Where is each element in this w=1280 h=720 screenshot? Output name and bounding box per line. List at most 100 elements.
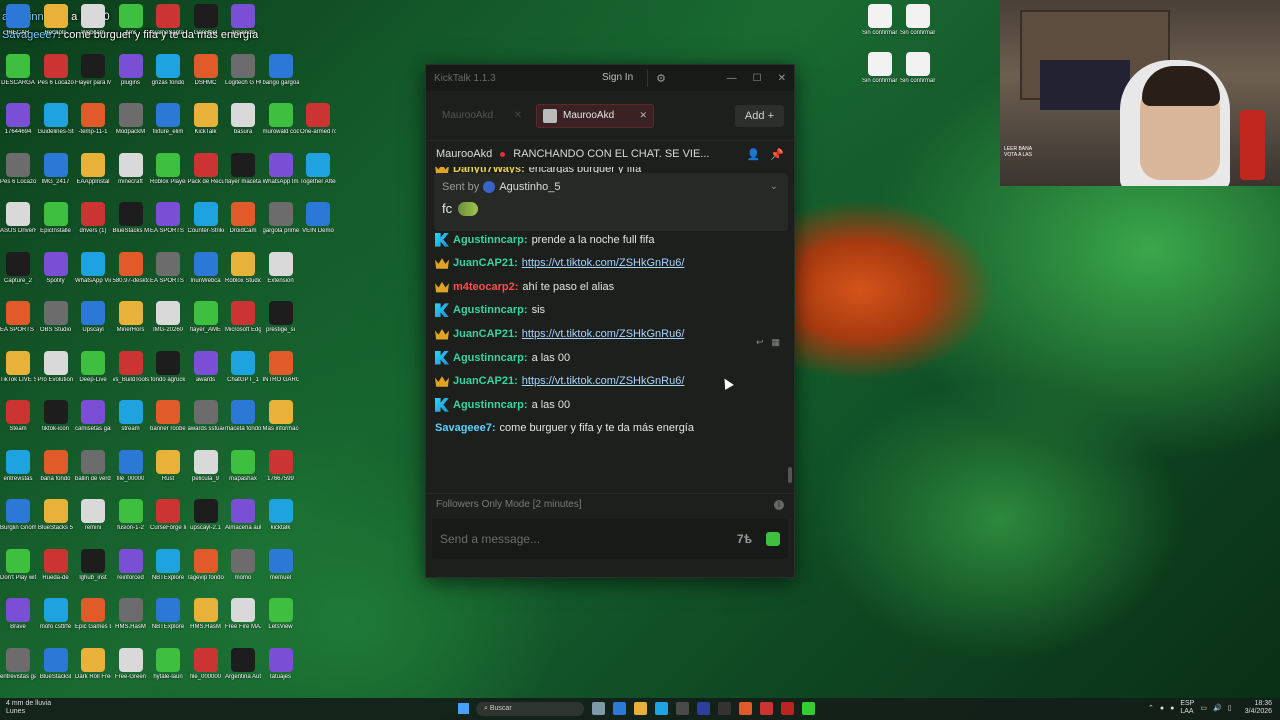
desktop-icon[interactable]: momo bbox=[225, 548, 261, 582]
chat-link[interactable]: https://vt.tiktok.com/ZSHkGnRu6/ bbox=[522, 375, 685, 387]
chat-message[interactable]: JuanCAP21: https://vt.tiktok.com/ZSHkGnRu… bbox=[426, 322, 794, 346]
desktop-icon[interactable]: DroidCam bbox=[225, 202, 261, 235]
edge-icon[interactable] bbox=[613, 702, 626, 715]
desktop-icon[interactable]: awards bbox=[188, 350, 224, 384]
desktop-icon[interactable]: flayer maceta bbox=[225, 152, 261, 186]
desktop-icon[interactable]: DSHMC bbox=[188, 53, 224, 87]
desktop-icon[interactable]: One-armed robber bbox=[300, 103, 336, 136]
chat-message[interactable]: JuanCAP21: https://vt.tiktok.com/ZSHkGnRu… bbox=[426, 251, 794, 275]
chat-username[interactable]: Agustinncarp: bbox=[453, 352, 528, 364]
desktop-icon[interactable]: Deep-Live bbox=[75, 350, 111, 384]
desktop-icon[interactable]: Pack de Recursos bbox=[188, 152, 224, 186]
desktop-icon[interactable]: Sin confirmar 894133.crd bbox=[862, 52, 898, 85]
desktop-icon[interactable]: EpicInstalle bbox=[38, 202, 74, 235]
desktop-icon[interactable]: mapashax bbox=[225, 449, 261, 483]
task-view-icon[interactable] bbox=[592, 702, 605, 715]
user-list-icon[interactable]: 👤 bbox=[747, 148, 761, 161]
chevron-up-icon[interactable]: ⌃ bbox=[1148, 704, 1154, 712]
pinned-message[interactable]: Sent by Agustinho_5 ⌄ fc bbox=[434, 173, 788, 231]
desktop-icon[interactable]: murowald code bbox=[263, 103, 299, 136]
desktop-icon[interactable]: prestige_si bbox=[263, 301, 299, 334]
desktop-icon[interactable]: grizas fondo bbox=[150, 53, 186, 87]
desktop-icon[interactable]: maceta fondo bbox=[225, 400, 261, 433]
chat-username[interactable]: Savageee7: bbox=[435, 422, 496, 434]
maximize-icon[interactable]: ☐ bbox=[753, 73, 762, 84]
reply-icon[interactable]: ↩ bbox=[756, 337, 764, 348]
windows-start-icon[interactable] bbox=[458, 703, 469, 714]
tab-maurooakd-active[interactable]: MaurooAkd ✕ bbox=[536, 103, 654, 128]
emoji-picker-icon[interactable] bbox=[766, 532, 780, 546]
desktop-icon[interactable]: tiktok-icon bbox=[38, 400, 74, 433]
desktop-icon[interactable]: -temp-11-1 bbox=[75, 103, 111, 136]
calculator-icon[interactable] bbox=[676, 702, 689, 715]
desktop-icon[interactable]: ModpackM bbox=[113, 103, 149, 136]
desktop-icon[interactable]: IRECAR bbox=[0, 4, 36, 37]
desktop-icon[interactable]: upscayl-2.1 bbox=[188, 499, 224, 532]
chat-scrollbar[interactable] bbox=[788, 467, 792, 483]
desktop-icon[interactable]: Epic Games Launcher bbox=[75, 598, 111, 631]
desktop-icon[interactable]: Guidelines-Streams bbox=[38, 103, 74, 136]
desktop-icon[interactable]: Rust bbox=[150, 449, 186, 483]
desktop-icon[interactable]: Don't Play with Gnom bbox=[0, 548, 36, 582]
desktop-icon[interactable]: Together After Dark bbox=[300, 152, 336, 186]
desktop-icon[interactable]: Pes 6 Locazos bbox=[0, 152, 36, 186]
desktop-icon[interactable]: hytale-laun bbox=[150, 647, 186, 681]
desktop-icon[interactable]: plugins bbox=[113, 53, 149, 87]
desktop-icon[interactable]: Steam bbox=[0, 400, 36, 433]
desktop-icon[interactable]: camisetas gargolas bbox=[75, 400, 111, 433]
chat-message[interactable]: Agustinncarp:prende a la noche full fifa bbox=[426, 228, 794, 252]
desktop-icon[interactable]: TikTok LIVE Studio bbox=[0, 350, 36, 384]
tray-app-icon[interactable]: ● bbox=[1160, 705, 1164, 712]
gear-icon[interactable]: ⚙ bbox=[656, 72, 666, 85]
desktop-icon[interactable]: HMS.HasM bbox=[113, 598, 149, 631]
chat-message[interactable]: Agustinncarp: a las 00 bbox=[426, 346, 794, 370]
chat-username[interactable]: Agustinncarp: bbox=[453, 304, 528, 316]
desktop-icon[interactable]: bango gargoals bbox=[263, 53, 299, 87]
weather-widget[interactable]: 4 mm de lluvia Lunes bbox=[6, 700, 51, 716]
network-icon[interactable]: ▭ bbox=[1200, 704, 1207, 712]
desktop-icon[interactable]: 17644694 bbox=[0, 103, 36, 136]
chat-username[interactable]: Agustinncarp: bbox=[453, 234, 528, 246]
desktop-icon[interactable]: Amr bbox=[113, 4, 149, 37]
message-input[interactable] bbox=[440, 532, 731, 546]
chat-message[interactable]: m4teocarp2: ahí te paso el alias bbox=[426, 275, 794, 299]
desktop-icon[interactable]: 17667599 bbox=[263, 449, 299, 483]
chrome-icon[interactable] bbox=[760, 702, 773, 715]
desktop-icon[interactable]: KickTalk bbox=[188, 103, 224, 136]
desktop-icon[interactable]: Roblox Player bbox=[150, 152, 186, 186]
chat-username[interactable]: Agustinncarp: bbox=[453, 399, 528, 411]
desktop-icon[interactable]: Capture_2 bbox=[0, 251, 36, 285]
sign-in-button[interactable]: Sign In bbox=[588, 69, 649, 87]
desktop-icon[interactable]: flayer_AME bbox=[188, 301, 224, 334]
desktop-icon[interactable]: VEIN Demo bbox=[300, 202, 336, 235]
desktop-icon[interactable]: fusion-1-2 bbox=[113, 499, 149, 532]
chat-message[interactable]: JuanCAP21: https://vt.tiktok.com/ZSHkGnRu… bbox=[426, 369, 794, 393]
desktop-icon[interactable]: Logitech G HUB bbox=[225, 53, 261, 87]
chat-username[interactable]: JuanCAP21: bbox=[453, 257, 518, 269]
desktop-icon[interactable]: 580.97-deskto bbox=[113, 251, 149, 285]
minimize-icon[interactable]: — bbox=[727, 73, 737, 84]
desktop-icon[interactable]: Roblox Studio bbox=[225, 251, 261, 285]
desktop-icon[interactable]: tatuajes bbox=[263, 647, 299, 681]
desktop-icon[interactable]: ballin de verdad bbox=[75, 449, 111, 483]
desktop-icon[interactable]: Upscayl bbox=[75, 301, 111, 334]
desktop-icon[interactable]: Spotify bbox=[38, 251, 74, 285]
desktop-icon[interactable]: fixture_elim bbox=[150, 103, 186, 136]
desktop-icon[interactable]: IMG-20260 bbox=[150, 301, 186, 334]
chat-username[interactable]: JuanCAP21: bbox=[453, 375, 518, 387]
desktop-icon[interactable]: BlueStacks Multi-Insta bbox=[113, 202, 149, 235]
desktop-icon[interactable]: awards sstuac bbox=[188, 400, 224, 433]
desktop-icon[interactable]: ragevip fondo bbox=[188, 548, 224, 582]
desktop-icon[interactable]: CurseForge Installer bbox=[150, 499, 186, 532]
desktop-icon[interactable]: Almacena automatic bbox=[225, 499, 261, 532]
chat-messages[interactable]: Danyti7Ways: encargas burguer y fifa Agust… bbox=[426, 167, 794, 493]
tray-app-icon[interactable]: ● bbox=[1170, 705, 1174, 712]
desktop-icon[interactable]: Burglin Gnom bbox=[0, 499, 36, 532]
desktop-icon[interactable]: basura bbox=[225, 103, 261, 136]
desktop-icon[interactable]: IMG_2417 bbox=[38, 152, 74, 186]
desktop-icon[interactable]: EA SPORTS FC 26 bbox=[150, 202, 186, 235]
desktop-icon[interactable]: Dark Roll Free Kic bbox=[75, 647, 111, 681]
desktop-icon[interactable]: DESCARGA bbox=[0, 53, 36, 87]
chat-username[interactable]: JuanCAP21: bbox=[453, 328, 518, 340]
desktop-icon[interactable]: argamod bbox=[225, 4, 261, 37]
